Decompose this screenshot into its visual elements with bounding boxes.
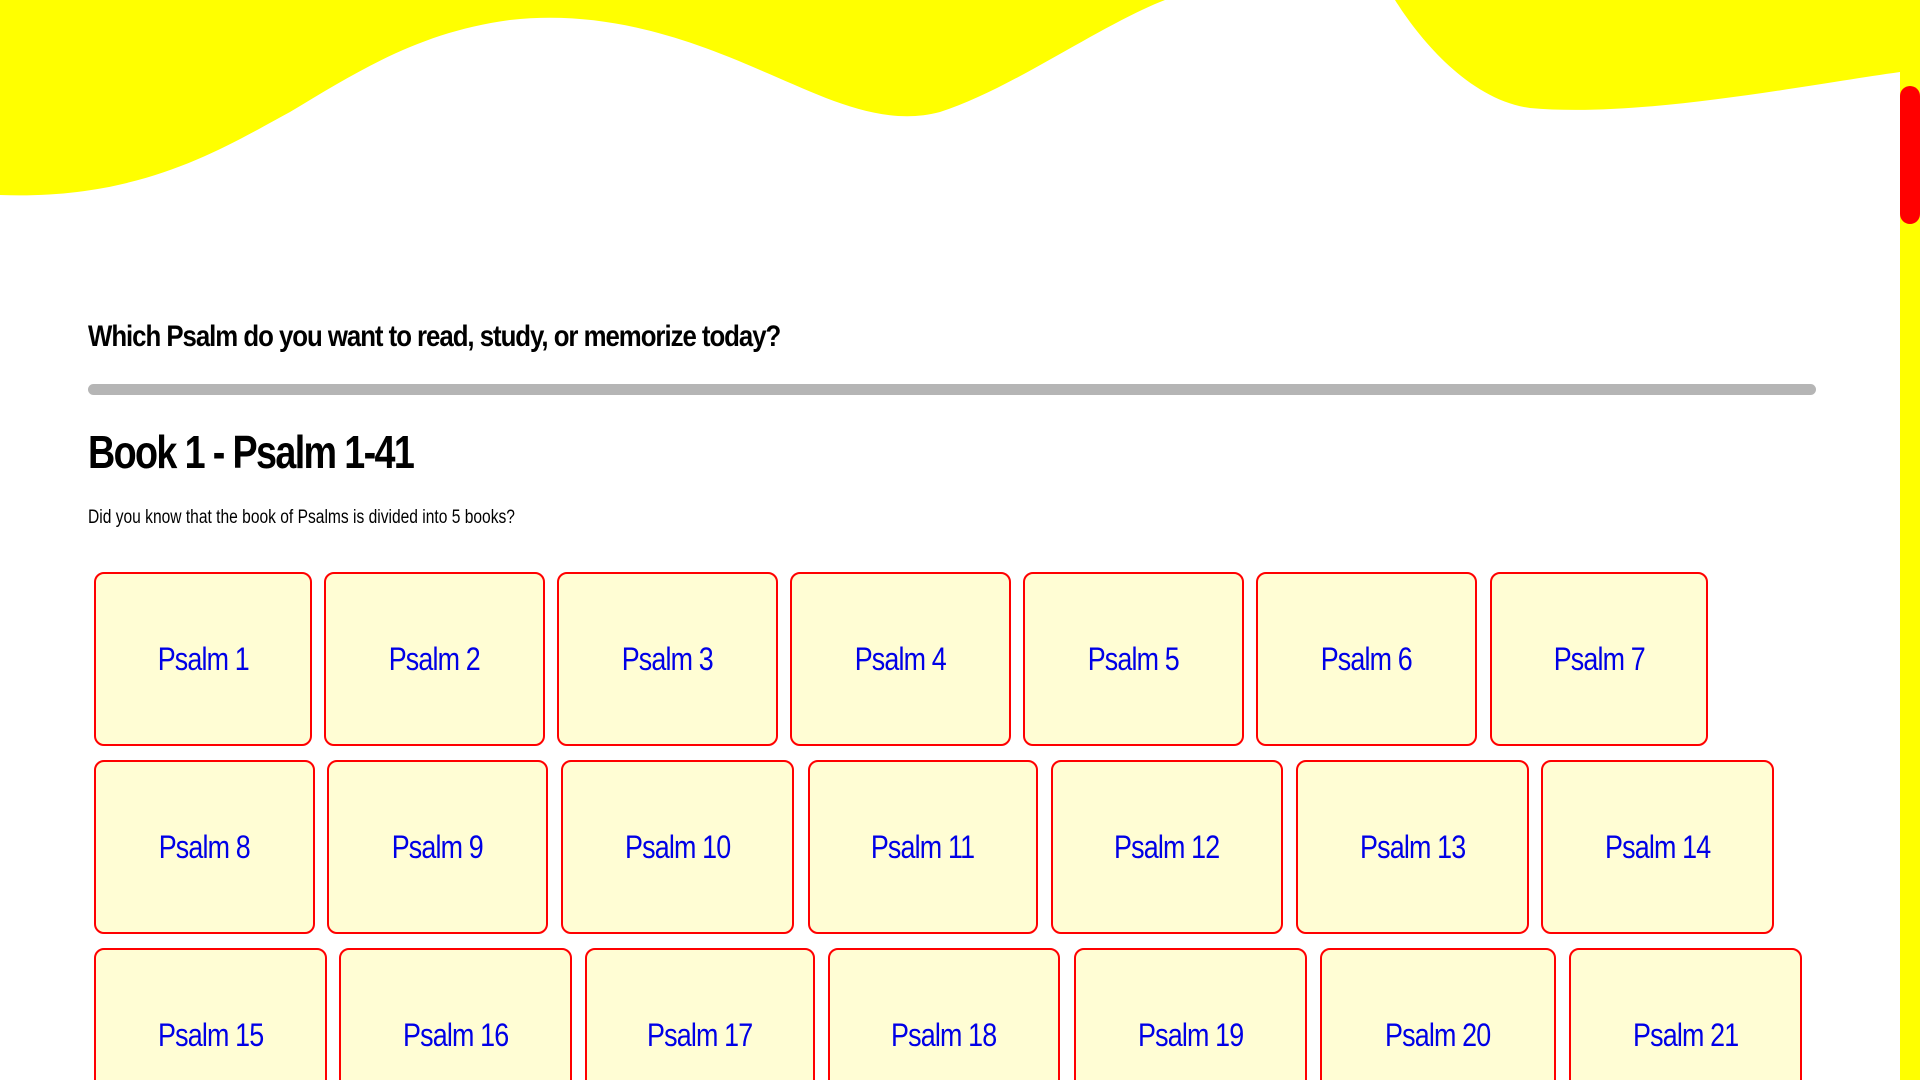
psalm-tile[interactable]: Psalm 3 — [557, 572, 778, 746]
psalm-tile-label: Psalm 11 — [871, 828, 975, 865]
psalm-tile-label: Psalm 17 — [647, 1016, 753, 1053]
psalm-tile-label: Psalm 3 — [621, 640, 714, 677]
psalm-tile[interactable]: Psalm 2 — [324, 572, 545, 746]
psalm-tile-label: Psalm 6 — [1320, 640, 1413, 677]
psalm-tile[interactable]: Psalm 17 — [585, 948, 815, 1080]
psalm-tile[interactable]: Psalm 9 — [327, 760, 548, 934]
psalm-tile[interactable]: Psalm 15 — [94, 948, 327, 1080]
psalm-tile-label: Psalm 5 — [1087, 640, 1180, 677]
psalm-tile[interactable]: Psalm 10 — [561, 760, 794, 934]
psalm-tile[interactable]: Psalm 18 — [828, 948, 1060, 1080]
main-content: Which Psalm do you want to read, study, … — [88, 320, 1816, 529]
psalm-tile-label: Psalm 10 — [624, 828, 731, 865]
page-question: Which Psalm do you want to read, study, … — [88, 320, 781, 353]
psalm-tile[interactable]: Psalm 14 — [1541, 760, 1774, 934]
wave-shape — [0, 0, 1900, 196]
psalm-tile[interactable]: Psalm 1 — [94, 572, 312, 746]
psalm-tile-label: Psalm 21 — [1632, 1016, 1739, 1053]
book-description: Did you know that the book of Psalms is … — [88, 507, 515, 528]
psalm-tile[interactable]: Psalm 20 — [1320, 948, 1556, 1080]
psalm-tile-label: Psalm 1 — [157, 640, 249, 677]
book-title: Book 1 - Psalm 1-41 — [88, 426, 415, 478]
wave-banner — [0, 0, 1900, 196]
psalm-tile[interactable]: Psalm 12 — [1051, 760, 1283, 934]
psalm-tile-label: Psalm 19 — [1137, 1016, 1244, 1053]
psalm-tile-label: Psalm 7 — [1553, 640, 1645, 677]
scrollbar-thumb[interactable] — [1900, 86, 1920, 224]
psalm-tile[interactable]: Psalm 6 — [1256, 572, 1477, 746]
psalm-tile-label: Psalm 16 — [402, 1016, 509, 1053]
psalm-tile-label: Psalm 20 — [1385, 1016, 1491, 1053]
psalm-tile-label: Psalm 15 — [157, 1016, 264, 1053]
psalm-tile-label: Psalm 18 — [891, 1016, 997, 1053]
psalm-tile[interactable]: Psalm 7 — [1490, 572, 1708, 746]
psalm-tile[interactable]: Psalm 5 — [1023, 572, 1244, 746]
psalm-tile-label: Psalm 4 — [854, 640, 947, 677]
psalm-tile-label: Psalm 13 — [1359, 828, 1466, 865]
psalm-tile-label: Psalm 12 — [1114, 828, 1220, 865]
divider-rule — [88, 384, 1816, 395]
psalm-tile-label: Psalm 9 — [391, 828, 484, 865]
psalm-tile[interactable]: Psalm 8 — [94, 760, 315, 934]
psalm-tile[interactable]: Psalm 13 — [1296, 760, 1529, 934]
psalm-tile[interactable]: Psalm 16 — [339, 948, 572, 1080]
psalm-tile[interactable]: Psalm 11 — [808, 760, 1038, 934]
psalm-tile-label: Psalm 14 — [1604, 828, 1711, 865]
psalm-tile[interactable]: Psalm 19 — [1074, 948, 1307, 1080]
psalm-tile[interactable]: Psalm 4 — [790, 572, 1011, 746]
page: Which Psalm do you want to read, study, … — [0, 0, 1920, 1080]
psalm-tile[interactable]: Psalm 21 — [1569, 948, 1802, 1080]
psalm-tile-label: Psalm 2 — [388, 640, 481, 677]
psalm-tile-label: Psalm 8 — [158, 828, 251, 865]
scrollbar-track[interactable] — [1900, 0, 1920, 1080]
